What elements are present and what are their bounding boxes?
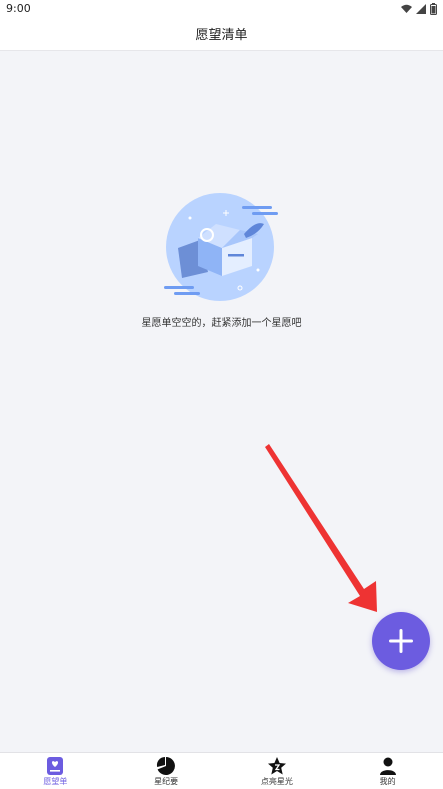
tab-wishlist[interactable]: 愿望单 (0, 753, 111, 789)
tab-label-me: 我的 (379, 777, 396, 786)
status-time: 9:00 (6, 2, 31, 15)
header-bar: 愿望清单 (0, 20, 443, 51)
tab-label-light-starlight: 点亮星光 (260, 777, 293, 786)
empty-box-illustration (164, 193, 278, 301)
page-title: 愿望清单 (195, 28, 248, 43)
tab-star-records[interactable]: 星纪要 (111, 753, 222, 789)
empty-state-message: 星愿单空空的，赶紧添加一个星愿吧 (141, 318, 302, 329)
bottom-tab-bar: 愿望单 星纪要 点亮星光 我的 (0, 752, 443, 789)
tab-me[interactable]: 我的 (332, 753, 443, 789)
tab-label-star-records: 星纪要 (154, 777, 179, 786)
pie-chart-icon (157, 756, 176, 775)
annotation-arrow (265, 444, 377, 612)
user-icon (379, 757, 396, 775)
battery-icon (430, 3, 437, 15)
wishlist-icon (47, 757, 64, 775)
star-icon (267, 757, 286, 775)
tab-label-wishlist: 愿望单 (43, 777, 68, 786)
add-wish-button[interactable] (372, 612, 430, 670)
plus-icon (389, 629, 413, 653)
tab-light-starlight[interactable]: 点亮星光 (222, 753, 333, 789)
status-icons (401, 3, 437, 15)
status-bar: 9:00 (0, 0, 443, 20)
signal-icon (416, 4, 426, 14)
wifi-icon (401, 4, 412, 13)
